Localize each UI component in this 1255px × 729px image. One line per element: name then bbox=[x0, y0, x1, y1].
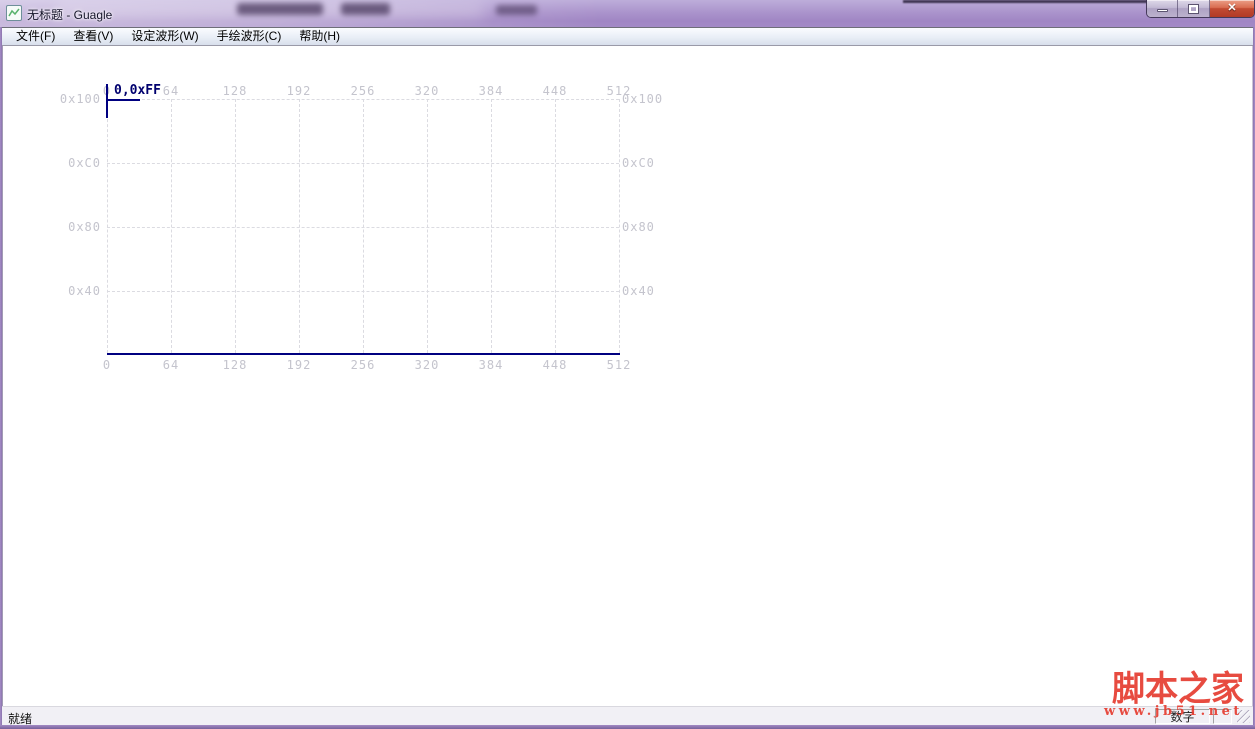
menu-help[interactable]: 帮助(H) bbox=[290, 28, 349, 45]
menu-set-waveform[interactable]: 设定波形(W) bbox=[122, 28, 207, 45]
resize-grip[interactable] bbox=[1237, 710, 1250, 723]
menu-bar: 文件(F) 查看(V) 设定波形(W) 手绘波形(C) 帮助(H) bbox=[2, 27, 1253, 46]
blurred-overlay-text-2 bbox=[341, 3, 390, 15]
minimize-icon bbox=[1157, 9, 1168, 12]
window-border-left bbox=[0, 27, 2, 725]
menu-view[interactable]: 查看(V) bbox=[64, 28, 122, 45]
blurred-overlay-text-1 bbox=[237, 3, 323, 15]
waveform-draw-surface[interactable] bbox=[107, 85, 620, 371]
menu-file[interactable]: 文件(F) bbox=[7, 28, 64, 45]
title-bar[interactable]: 无标题 - Guagle ✕ bbox=[0, 0, 1255, 27]
close-button[interactable]: ✕ bbox=[1210, 0, 1254, 17]
minimize-button[interactable] bbox=[1147, 0, 1178, 17]
window-title: 无标题 - Guagle bbox=[27, 6, 112, 23]
close-icon: ✕ bbox=[1227, 3, 1236, 14]
blurred-overlay-text-3 bbox=[496, 5, 537, 15]
status-pane-empty bbox=[1213, 709, 1232, 724]
restore-icon bbox=[1189, 5, 1198, 13]
top-edge-shadow bbox=[903, 0, 1148, 3]
app-waveform-icon[interactable] bbox=[6, 5, 22, 21]
window-caption-buttons: ✕ bbox=[1146, 0, 1255, 18]
restore-button[interactable] bbox=[1178, 0, 1209, 17]
status-bar: 就绪 数字 bbox=[2, 706, 1253, 725]
waveform-glyph bbox=[8, 7, 20, 19]
menu-draw-waveform[interactable]: 手绘波形(C) bbox=[208, 28, 291, 45]
status-pane-num: 数字 bbox=[1155, 709, 1210, 724]
window-border-bottom bbox=[0, 725, 1255, 729]
